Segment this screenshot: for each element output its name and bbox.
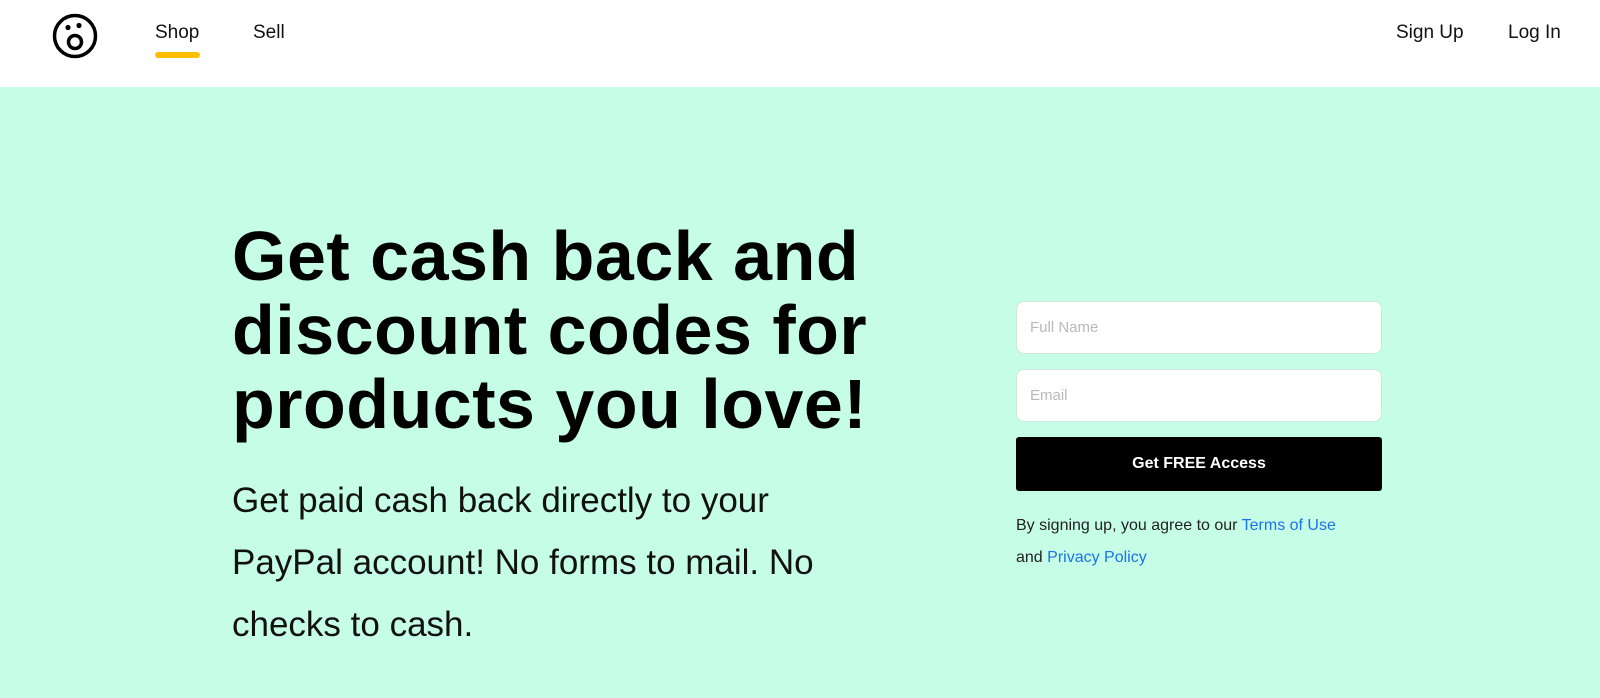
- headline-line: products you love!: [232, 365, 868, 443]
- email-input[interactable]: [1016, 369, 1382, 422]
- surprised-face-logo-icon[interactable]: [52, 13, 98, 59]
- log-in-link[interactable]: Log In: [1508, 21, 1561, 45]
- legal-and-text: and: [1016, 549, 1048, 566]
- subline-line: checks to cash.: [232, 605, 474, 644]
- legal-notice: By signing up, you agree to our Terms of…: [1016, 510, 1396, 574]
- sign-up-link[interactable]: Sign Up: [1396, 21, 1464, 45]
- subline-line: Get paid cash back directly to your: [232, 481, 769, 520]
- hero-section: Get cash back and discount codes for pro…: [0, 87, 1600, 698]
- nav-sell-link[interactable]: Sell: [253, 21, 285, 45]
- legal-prefix-text: By signing up, you agree to our: [1016, 517, 1242, 534]
- hero-headline: Get cash back and discount codes for pro…: [232, 219, 932, 441]
- privacy-policy-link[interactable]: Privacy Policy: [1047, 549, 1147, 566]
- headline-line: discount codes for: [232, 291, 868, 369]
- headline-line: Get cash back and: [232, 217, 860, 295]
- terms-of-use-link[interactable]: Terms of Use: [1242, 517, 1336, 534]
- top-navigation-bar: Shop Sell Sign Up Log In: [0, 0, 1600, 87]
- active-tab-indicator: [155, 52, 200, 58]
- full-name-input[interactable]: [1016, 301, 1382, 354]
- get-free-access-button[interactable]: Get FREE Access: [1016, 437, 1382, 491]
- subline-line: PayPal account! No forms to mail. No: [232, 543, 814, 582]
- nav-shop-link[interactable]: Shop: [155, 21, 199, 45]
- hero-subheadline: Get paid cash back directly to your PayP…: [232, 470, 912, 656]
